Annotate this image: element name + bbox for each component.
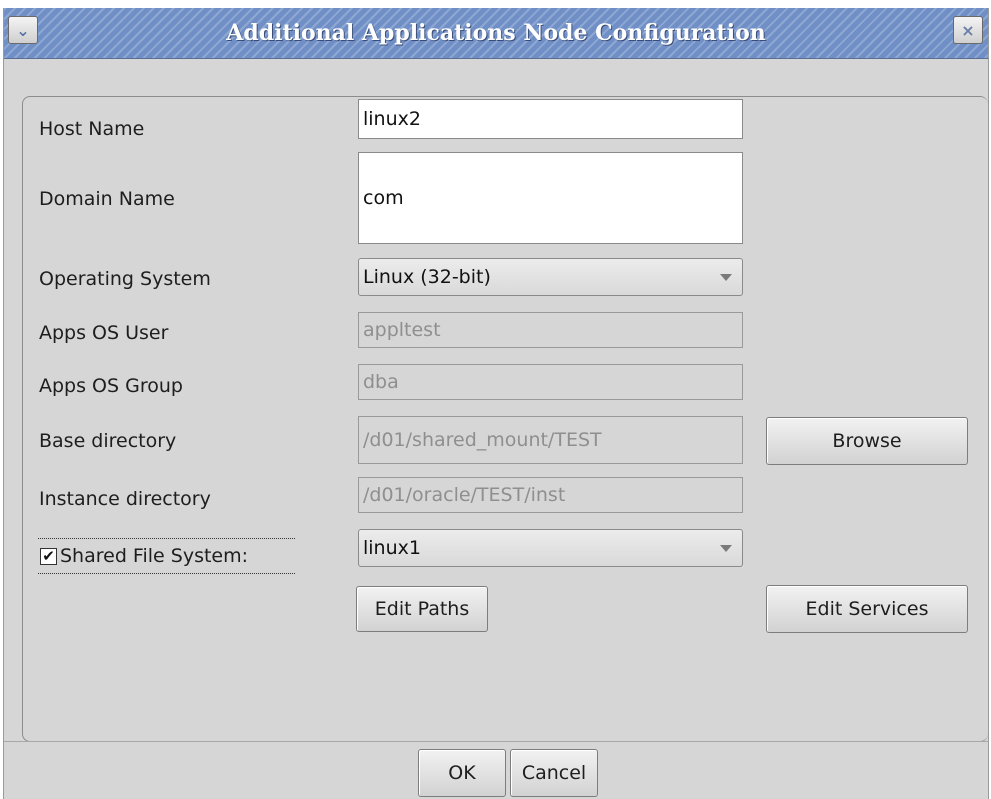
shared-file-system-select[interactable]: linux1 xyxy=(358,529,743,567)
instance-directory-label: Instance directory xyxy=(39,488,211,510)
shared-file-system-label: Shared File System: xyxy=(60,545,249,567)
operating-system-select[interactable]: Linux (32-bit) xyxy=(358,258,743,296)
base-directory-label: Base directory xyxy=(39,430,177,452)
window-title: Additional Applications Node Configurati… xyxy=(226,20,766,46)
config-dialog: ⌄ Additional Applications Node Configura… xyxy=(3,8,989,799)
host-name-input[interactable]: linux2 xyxy=(358,99,743,139)
ok-button[interactable]: OK xyxy=(418,749,506,797)
shared-file-system-checkbox[interactable]: ✔ xyxy=(40,547,57,565)
close-button[interactable]: × xyxy=(953,16,983,44)
dropdown-arrow-icon xyxy=(720,274,732,281)
operating-system-label: Operating System xyxy=(39,268,211,290)
apps-os-group-label: Apps OS Group xyxy=(39,375,183,397)
apps-os-user-label: Apps OS User xyxy=(39,322,169,344)
button-bar-divider xyxy=(4,741,988,742)
shared-file-system-toggle[interactable]: ✔ Shared File System: xyxy=(38,538,295,574)
apps-os-user-input: appltest xyxy=(358,312,743,348)
edit-paths-button[interactable]: Edit Paths xyxy=(356,586,488,632)
domain-name-label: Domain Name xyxy=(39,188,175,210)
edit-services-button[interactable]: Edit Services xyxy=(766,585,968,633)
shared-file-system-value: linux1 xyxy=(363,537,421,559)
host-name-label: Host Name xyxy=(39,118,145,140)
base-directory-input: /d01/shared_mount/TEST xyxy=(358,416,743,464)
title-bar: ⌄ Additional Applications Node Configura… xyxy=(4,8,988,59)
dropdown-arrow-icon xyxy=(720,545,732,552)
close-icon: × xyxy=(961,20,975,40)
apps-os-group-input: dba xyxy=(358,364,743,400)
instance-directory-input: /d01/oracle/TEST/inst xyxy=(358,477,743,513)
domain-name-input[interactable]: com xyxy=(358,152,743,244)
browse-button[interactable]: Browse xyxy=(766,417,968,465)
operating-system-value: Linux (32-bit) xyxy=(363,266,491,288)
cancel-button[interactable]: Cancel xyxy=(510,749,598,797)
